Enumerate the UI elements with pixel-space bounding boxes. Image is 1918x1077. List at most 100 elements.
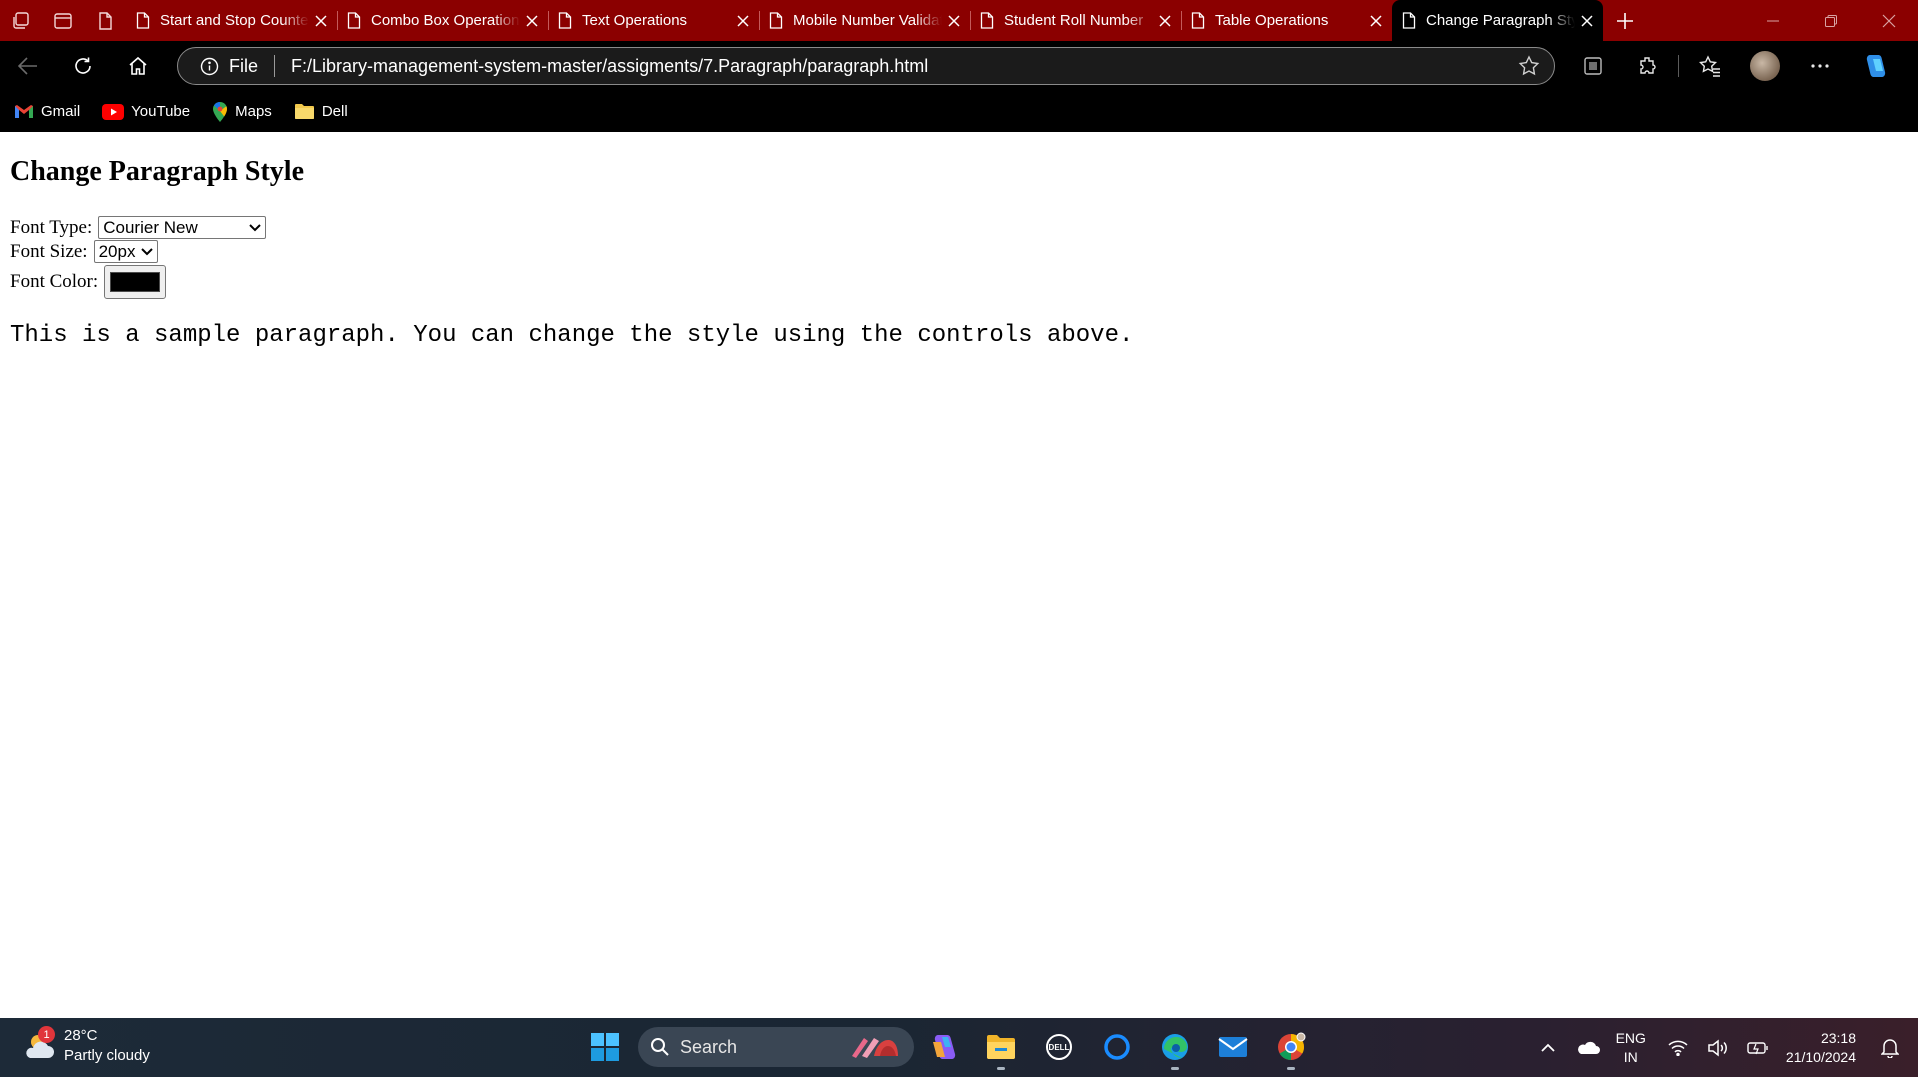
dell-app-icon[interactable]: DELL xyxy=(1030,1024,1088,1070)
font-type-select[interactable]: Courier New xyxy=(98,216,267,239)
font-color-picker[interactable] xyxy=(104,265,167,299)
page-title: Change Paragraph Style xyxy=(10,156,304,187)
language-indicator[interactable]: ENG IN xyxy=(1616,1029,1646,1067)
tab-2[interactable]: Text Operations xyxy=(548,0,759,41)
running-indicator xyxy=(1287,1067,1295,1070)
page-icon xyxy=(1402,12,1416,29)
color-swatch xyxy=(110,272,161,292)
taskbar-search[interactable]: Search xyxy=(638,1027,914,1067)
tab-5[interactable]: Table Operations xyxy=(1181,0,1392,41)
address-bar[interactable]: File F:/Library-management-system-master… xyxy=(177,47,1555,85)
bookmark-label: YouTube xyxy=(131,103,191,120)
font-type-label: Font Type: xyxy=(10,216,93,238)
font-size-select[interactable]: 20px xyxy=(93,240,158,263)
bookmark-label: Gmail xyxy=(41,103,81,120)
close-icon[interactable] xyxy=(948,14,960,27)
tab-title: Text Operations xyxy=(582,12,688,29)
chevron-up-icon[interactable] xyxy=(1528,1043,1568,1052)
battery-icon[interactable] xyxy=(1738,1041,1778,1055)
search-placeholder: Search xyxy=(680,1036,738,1057)
page-icon xyxy=(347,12,361,29)
file-explorer-icon[interactable] xyxy=(972,1024,1030,1070)
weather-condition: Partly cloudy xyxy=(64,1047,150,1064)
workspaces-icon[interactable] xyxy=(0,0,42,41)
clock-time: 23:18 xyxy=(1820,1029,1856,1046)
tab-page-icon[interactable] xyxy=(84,0,126,41)
copilot-app-icon[interactable] xyxy=(914,1024,972,1070)
back-icon[interactable] xyxy=(0,46,55,86)
close-icon[interactable] xyxy=(737,14,749,27)
bookmark-dell[interactable]: Dell xyxy=(294,103,348,120)
tab-title: Student Roll Number xyxy=(1004,12,1144,29)
extensions-icon[interactable] xyxy=(1620,46,1675,86)
address-divider xyxy=(274,55,276,77)
weather-widget[interactable]: 1 28°C Partly cloudy xyxy=(22,1026,150,1066)
copilot-icon[interactable] xyxy=(1847,46,1902,86)
window-close-icon[interactable] xyxy=(1860,0,1918,41)
volume-icon[interactable] xyxy=(1698,1038,1738,1057)
close-icon[interactable] xyxy=(315,14,327,27)
bookmark-label: Maps xyxy=(235,103,272,120)
home-icon[interactable] xyxy=(110,46,165,86)
minimize-icon[interactable] xyxy=(1744,0,1802,41)
info-icon xyxy=(200,57,219,76)
font-size-label: Font Size: xyxy=(10,240,88,262)
onedrive-icon[interactable] xyxy=(1568,1041,1608,1055)
wifi-icon[interactable] xyxy=(1658,1040,1698,1056)
toolbar-divider xyxy=(1678,55,1679,77)
weather-temp: 28°C xyxy=(64,1027,98,1044)
bookmark-youtube[interactable]: YouTube xyxy=(102,103,190,120)
close-icon[interactable] xyxy=(1159,14,1171,27)
tab-4[interactable]: Student Roll Number xyxy=(970,0,1181,41)
navigation-bar: File F:/Library-management-system-master… xyxy=(0,41,1918,91)
page-icon xyxy=(769,12,783,29)
tab-title: Combo Box Operations xyxy=(371,12,520,29)
bookmark-gmail[interactable]: Gmail xyxy=(14,103,80,120)
system-tray: ENG IN 23:18 21/10/2024 xyxy=(1528,1018,1918,1077)
font-color-row: Font Color: xyxy=(10,265,167,299)
url-text[interactable]: F:/Library-management-system-master/assi… xyxy=(291,56,1504,77)
restore-icon[interactable] xyxy=(1802,0,1860,41)
windows-start-icon[interactable] xyxy=(582,1024,628,1070)
notification-badge: 1 xyxy=(38,1026,55,1043)
tab-title: Start and Stop Counter xyxy=(160,12,309,29)
svg-text:DELL: DELL xyxy=(1049,1043,1070,1052)
cortana-icon[interactable] xyxy=(1088,1024,1146,1070)
chrome-icon[interactable] xyxy=(1262,1024,1320,1070)
close-icon[interactable] xyxy=(1581,14,1593,27)
clock-date: 21/10/2024 xyxy=(1785,1048,1856,1065)
bookmark-maps[interactable]: Maps xyxy=(212,101,272,122)
taskbar: 1 28°C Partly cloudy Search DELL ENG IN … xyxy=(0,1018,1918,1077)
gmail-icon xyxy=(14,104,34,119)
new-tab-button[interactable] xyxy=(1603,0,1647,41)
tab-strip: Start and Stop Counter Combo Box Operati… xyxy=(0,0,1918,41)
bookmarks-bar: Gmail YouTube Maps Dell xyxy=(0,91,1918,132)
reload-icon[interactable] xyxy=(55,46,110,86)
tab-6-active[interactable]: Change Paragraph Style xyxy=(1392,0,1603,41)
vertical-tabs-icon[interactable] xyxy=(42,0,84,41)
youtube-icon xyxy=(102,103,125,120)
more-options-icon[interactable] xyxy=(1792,46,1847,86)
close-icon[interactable] xyxy=(526,14,538,27)
tab-3[interactable]: Mobile Number Validation xyxy=(759,0,970,41)
scheme-label: File xyxy=(229,55,259,76)
tab-1[interactable]: Combo Box Operations xyxy=(337,0,548,41)
mail-icon[interactable] xyxy=(1204,1024,1262,1070)
page-icon xyxy=(980,12,994,29)
close-icon[interactable] xyxy=(1370,14,1382,27)
profile-button[interactable] xyxy=(1737,46,1792,86)
notification-bell-icon[interactable] xyxy=(1870,1038,1910,1058)
maps-icon xyxy=(212,101,228,122)
edge-icon[interactable] xyxy=(1146,1024,1204,1070)
clock[interactable]: 23:18 21/10/2024 xyxy=(1786,1029,1856,1067)
chevron-down-icon xyxy=(141,247,154,256)
page-icon xyxy=(1191,12,1205,29)
font-type-row: Font Type: Courier New xyxy=(10,216,267,239)
site-info-button[interactable]: File xyxy=(178,56,258,77)
favorites-icon[interactable] xyxy=(1682,46,1737,86)
tab-0[interactable]: Start and Stop Counter xyxy=(126,0,337,41)
tab-title: Mobile Number Validation xyxy=(793,12,942,29)
favorite-star-icon[interactable] xyxy=(1504,55,1554,77)
avatar xyxy=(1749,51,1780,81)
split-screen-icon[interactable] xyxy=(1565,46,1620,86)
